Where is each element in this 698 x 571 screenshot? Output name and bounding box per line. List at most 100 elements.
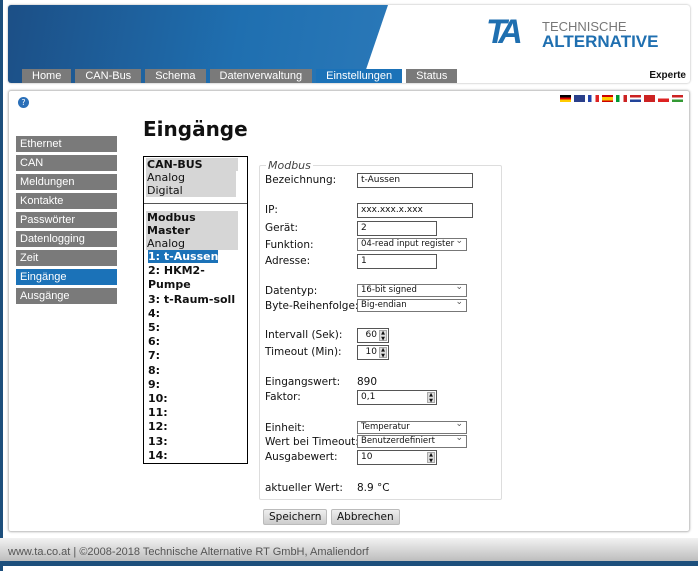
group-can-analog[interactable]: Analog — [146, 171, 236, 184]
logo-mark: TA — [486, 13, 523, 51]
spinner-icon[interactable]: ▲ ▼ — [379, 347, 387, 358]
spinner-icon[interactable]: ▲ ▼ — [427, 452, 435, 463]
list-item[interactable]: 11: — [144, 406, 247, 420]
list-item-label: 12: — [148, 420, 168, 434]
save-button[interactable]: Speichern — [263, 509, 328, 525]
flag-es-icon[interactable] — [602, 95, 613, 102]
datentyp-select[interactable]: 16-bit signed — [357, 282, 467, 297]
list-item[interactable]: 15: — [144, 463, 247, 464]
tab-status[interactable]: Status — [406, 69, 458, 83]
geraet-input[interactable]: 2 — [357, 221, 437, 236]
timeout-value: 10 — [365, 347, 377, 357]
flag-hu-icon[interactable] — [672, 95, 683, 102]
wert_timeout-select[interactable]: Benutzerdefiniert — [357, 433, 467, 448]
list-item[interactable]: 13: — [144, 435, 247, 449]
logo: TA TECHNISCHE ALTERNATIVE — [486, 13, 666, 57]
ausgabewert-input[interactable]: 10 ▲ ▼ — [357, 450, 437, 465]
spinner-icon[interactable]: ▲ ▼ — [427, 392, 435, 403]
timeout-input[interactable]: 10 ▲ ▼ — [357, 345, 389, 360]
list-item[interactable]: 7: — [144, 349, 247, 363]
list-item[interactable]: 6: — [144, 335, 247, 349]
intervall-input[interactable]: 60 ▲ ▼ — [357, 328, 389, 343]
funktion-label: Funktion: — [265, 239, 314, 251]
list-item[interactable]: 1: t-Aussen — [144, 250, 247, 264]
funktion-select[interactable]: 04-read input register — [357, 236, 467, 251]
flag-it-icon[interactable] — [616, 95, 627, 102]
sidebar-item-can[interactable]: CAN — [16, 155, 117, 171]
datentyp-label: Datentyp: — [265, 285, 318, 297]
list-item-label: 4: — [148, 306, 161, 320]
list-item-label: 10: — [148, 392, 168, 406]
group-modbus[interactable]: Modbus Master — [146, 211, 238, 237]
eingangswert-label: Eingangswert: — [265, 376, 341, 388]
main-nav: Home CAN-Bus Schema Datenverwaltung Einstell… — [22, 69, 458, 83]
adresse-input[interactable]: 1 — [357, 254, 437, 269]
tab-can-bus[interactable]: CAN-Bus — [75, 69, 142, 83]
flag-nl-icon[interactable] — [630, 95, 641, 102]
flag-cz-icon[interactable] — [658, 95, 669, 102]
adresse-value: 1 — [361, 256, 367, 266]
byte-select[interactable]: Big-endian — [357, 297, 467, 312]
list-item[interactable]: 5: — [144, 321, 247, 335]
spinner-icon[interactable]: ▲ ▼ — [379, 330, 387, 341]
sidebar-item-meldungen[interactable]: Meldungen — [16, 174, 117, 190]
sidebar-item-eingänge[interactable]: Eingänge — [16, 269, 117, 285]
ip-input[interactable]: xxx.xxx.x.xxx — [357, 203, 473, 218]
logo-text: ALTERNATIVE — [542, 32, 659, 51]
list-item-label: 2: HKM2-Pumpe — [148, 264, 205, 292]
ausgabewert-value: 10 — [361, 452, 373, 462]
page-title: Eingänge — [143, 117, 248, 141]
sidebar: Ethernet CAN Meldungen Kontakte Passwörter Da… — [16, 136, 117, 307]
divider — [144, 203, 247, 204]
sidebar-item-kontakte[interactable]: Kontakte — [16, 193, 117, 209]
list-item[interactable]: 8: — [144, 364, 247, 378]
adresse-label: Adresse: — [265, 255, 311, 267]
sidebar-item-ethernet[interactable]: Ethernet — [16, 136, 117, 152]
ip-label: IP: — [265, 204, 278, 216]
bezeichnung-label: Bezeichnung: — [265, 174, 337, 186]
group-can-digital[interactable]: Digital — [146, 184, 236, 197]
list-item[interactable]: 14: — [144, 449, 247, 463]
flag-gb-icon[interactable] — [574, 95, 585, 102]
list-item[interactable]: 3: t-Raum-soll — [144, 293, 247, 307]
tab-datenverwaltung[interactable]: Datenverwaltung — [209, 69, 313, 83]
wert_timeout-value: Benutzerdefiniert — [361, 436, 435, 446]
help-icon[interactable]: ? — [18, 97, 29, 108]
flag-dk-icon[interactable] — [644, 95, 655, 102]
flag-fr-icon[interactable] — [588, 95, 599, 102]
list-item-label: 5: — [148, 321, 161, 335]
cancel-button[interactable]: Abbrechen — [331, 509, 400, 525]
user-level: Experte — [649, 70, 686, 81]
list-item[interactable]: 9: — [144, 378, 247, 392]
sidebar-item-ausgänge[interactable]: Ausgänge — [16, 288, 117, 304]
content-panel: ? Eingänge Ethernet CAN Meldungen Kontakte P… — [8, 90, 690, 532]
faktor-input[interactable]: 0,1 ▲ ▼ — [357, 390, 437, 405]
list-item[interactable]: 2: HKM2-Pumpe — [144, 264, 247, 292]
group-modbus-analog[interactable]: Analog — [146, 237, 238, 250]
list-item-label: 6: — [148, 335, 161, 349]
list-item-label: 8: — [148, 363, 161, 377]
sidebar-item-zeit[interactable]: Zeit — [16, 250, 117, 266]
intervall-value: 60 — [365, 330, 377, 340]
sidebar-item-passwörter[interactable]: Passwörter — [16, 212, 117, 228]
bezeichnung-input[interactable]: t-Aussen — [357, 173, 473, 188]
flag-de-icon[interactable] — [560, 95, 571, 102]
inputs-list: CAN-BUS Analog Digital Modbus Master Ana… — [143, 156, 248, 464]
list-item[interactable]: 4: — [144, 307, 247, 321]
aktuell-label: aktueller Wert: — [265, 482, 343, 494]
tab-schema[interactable]: Schema — [145, 69, 206, 83]
list-item[interactable]: 12: — [144, 420, 247, 434]
group-can-bus[interactable]: CAN-BUS — [146, 158, 238, 171]
tab-home[interactable]: Home — [22, 69, 72, 83]
footer: www.ta.co.at | ©2008-2018 Technische Alt… — [0, 538, 698, 566]
window-edge — [0, 0, 3, 571]
sidebar-item-datenlogging[interactable]: Datenlogging — [16, 231, 117, 247]
funktion-value: 04-read input register — [361, 239, 455, 249]
eingangswert-value: 890 — [357, 376, 378, 388]
list-item[interactable]: 10: — [144, 392, 247, 406]
list-item-label: 3: t-Raum-soll — [148, 292, 236, 306]
ip-value: xxx.xxx.x.xxx — [361, 205, 423, 215]
einheit-select[interactable]: Temperatur — [357, 419, 467, 434]
timeout-label: Timeout (Min): — [265, 346, 342, 358]
tab-einstellungen[interactable]: Einstellungen — [316, 69, 403, 83]
